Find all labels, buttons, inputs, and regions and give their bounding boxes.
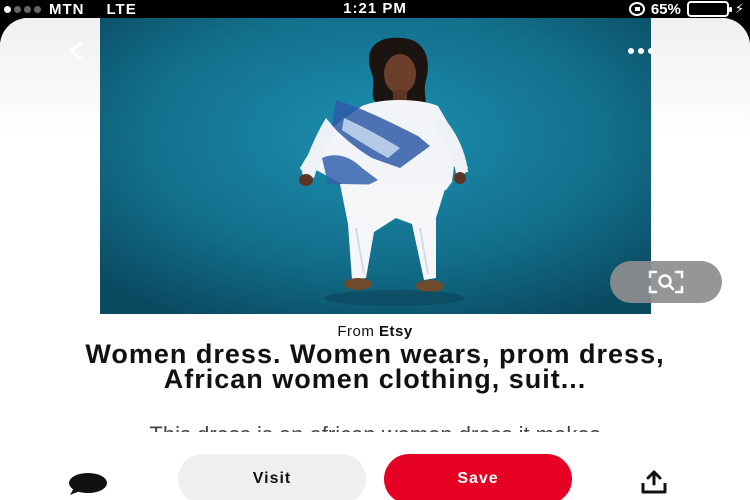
more-options-button[interactable] xyxy=(628,44,658,58)
pin-source[interactable]: From Etsy xyxy=(0,323,750,340)
chevron-left-icon xyxy=(69,41,83,61)
rotation-lock-icon xyxy=(628,2,645,16)
share-button[interactable] xyxy=(640,470,668,494)
action-bar: Visit Save xyxy=(0,432,750,500)
lens-search-icon xyxy=(648,270,684,294)
visual-search-button[interactable] xyxy=(610,261,722,303)
pin-detail-sheet: From Etsy Women dress. Women wears, prom… xyxy=(0,18,750,500)
comment-button[interactable] xyxy=(66,472,108,496)
pin-title: Women dress. Women wears, prom dress, Af… xyxy=(85,339,665,394)
source-name[interactable]: Etsy xyxy=(379,323,413,340)
battery-percent: 65% xyxy=(650,0,681,18)
visit-button[interactable]: Visit xyxy=(178,454,366,500)
more-dots-icon xyxy=(628,48,634,54)
source-prefix: From xyxy=(337,323,375,340)
status-bar: MTN LTE 1:21 PM 65% ⚡ xyxy=(0,0,750,18)
save-button[interactable]: Save xyxy=(384,454,572,500)
share-upload-icon xyxy=(641,470,667,494)
comment-bubble-icon xyxy=(69,473,107,495)
battery-icon xyxy=(686,1,732,17)
model-photo xyxy=(100,18,651,314)
back-button[interactable] xyxy=(62,36,92,66)
charging-bolt-icon: ⚡ xyxy=(734,1,744,16)
pin-image[interactable] xyxy=(100,18,651,314)
status-right: 65% ⚡ xyxy=(628,0,744,18)
